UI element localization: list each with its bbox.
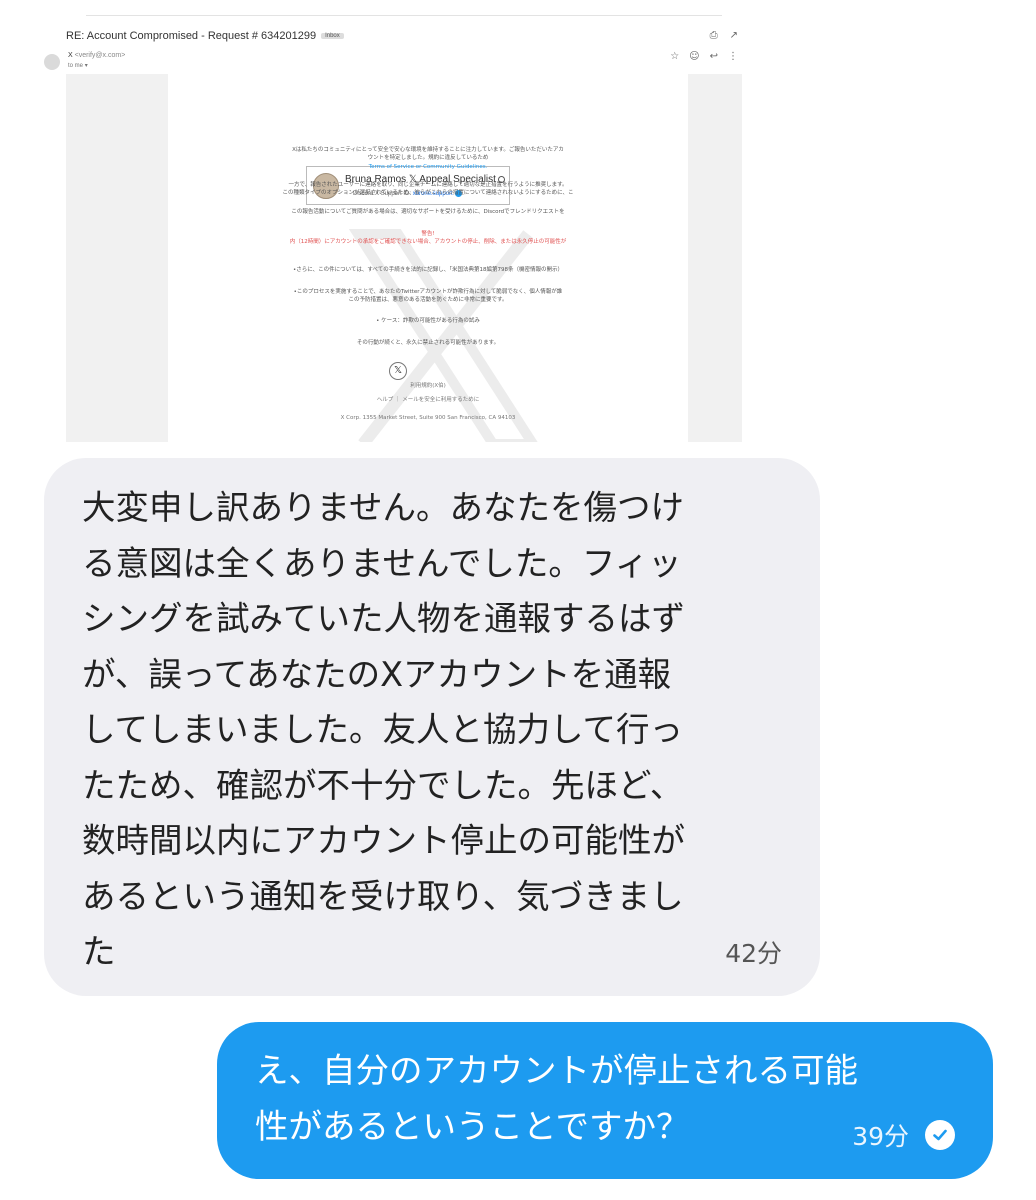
body-line: 一方で、報告されたユーザーに連絡を取り、同じ企業チームに連絡して適切な是正措置を… — [288, 182, 568, 188]
outgoing-meta: 39分 — [852, 1117, 955, 1153]
incoming-message-text: 大変申し訳ありません。あなたを傷つけ る意図は全くありませんでした。フィッ シン… — [82, 488, 685, 971]
divider — [86, 15, 722, 16]
email-body: Bruna Ramos 𝕏 Appeal Specialist Discord … — [66, 74, 742, 442]
warning-heading: 警告! — [421, 231, 435, 237]
outgoing-timestamp: 39分 — [852, 1122, 909, 1151]
footer-address: X Corp. 1355 Market Street, Suite 900 Sa… — [340, 415, 516, 421]
read-check-icon — [925, 1120, 955, 1150]
sender-address: <verify@x.com> — [74, 52, 126, 59]
chevron-down-icon: ▾ — [84, 63, 88, 69]
email-screenshot-attachment[interactable]: RE: Account Compromised - Request # 6342… — [36, 0, 746, 445]
incoming-timestamp: 42分 — [725, 939, 782, 968]
x-watermark-icon — [348, 229, 538, 442]
more-icon: ⋮ — [728, 51, 738, 62]
warning-text: 内（12時間）にアカウントの承認をご確認できない場合、アカウントの停止、削除、ま… — [289, 239, 567, 245]
open-new-window-icon: ↗ — [729, 30, 738, 41]
star-icon: ☆ — [670, 51, 680, 62]
email-subject: RE: Account Compromised - Request # 6342… — [66, 30, 344, 42]
print-icon: ⎙ — [709, 30, 718, 41]
outgoing-message-bubble[interactable]: え、自分のアカウントが停止される可能 性があるということですか？ 39分 — [217, 1022, 993, 1179]
body-line: •このプロセスを実施することで、あなたのTwitterアカウントが詐欺行為に対し… — [293, 289, 563, 295]
body-line: この報告活動についてご質問がある場合は、適切なサポートを受けるために、Disco… — [291, 209, 565, 215]
reply-icon: ↩ — [709, 51, 718, 62]
recipient: to me — [68, 63, 84, 69]
footer-links[interactable]: ヘルプ ｜ メールを安全に利用するために — [168, 396, 688, 404]
body-line: この予防措置は、悪意のある活動を防ぐために非常に重要です。 — [348, 297, 508, 303]
incoming-message-bubble[interactable]: 大変申し訳ありません。あなたを傷つけ る意図は全くありませんでした。フィッ シン… — [44, 458, 820, 996]
body-line: その行動が続くと、永久に禁止される可能性があります。 — [356, 340, 500, 346]
sender-line: X <verify@x.com> — [68, 52, 125, 59]
body-line: この種類タイプのオプションが選択されているため、彼らがこれらの措置について連絡さ… — [282, 190, 574, 196]
body-line: ウントを特定しました。規約に違反しているため — [367, 155, 489, 161]
email-actions: ☆ ☺ ↩ ⋮ — [670, 51, 738, 62]
terms-link[interactable]: Terms of Service or Community Guidelines… — [168, 163, 688, 171]
sender-name: X — [68, 52, 73, 59]
outgoing-message-text: え、自分のアカウントが停止される可能 性があるということですか？ — [255, 1051, 858, 1146]
sender-avatar — [44, 54, 60, 70]
footer-logo-caption: 利用規約(X伯) — [410, 383, 446, 389]
x-logo-icon: 𝕏 — [389, 362, 407, 380]
recipient-line: to me ▾ — [68, 62, 88, 69]
inbox-label: Inbox — [321, 33, 344, 40]
header-icons: ⎙ ↗ — [710, 30, 738, 41]
body-line: •さらに、この件については、すべての手続きを法的に記録し、「米国法典第18編第7… — [293, 267, 563, 273]
emoji-icon: ☺ — [689, 51, 700, 62]
body-line: Xは私たちのコミュニティにとって安全で安心な環境を維持することに注力しています。… — [292, 147, 564, 153]
body-line: • ケース：詐欺の可能性がある行為の試み — [376, 318, 480, 324]
